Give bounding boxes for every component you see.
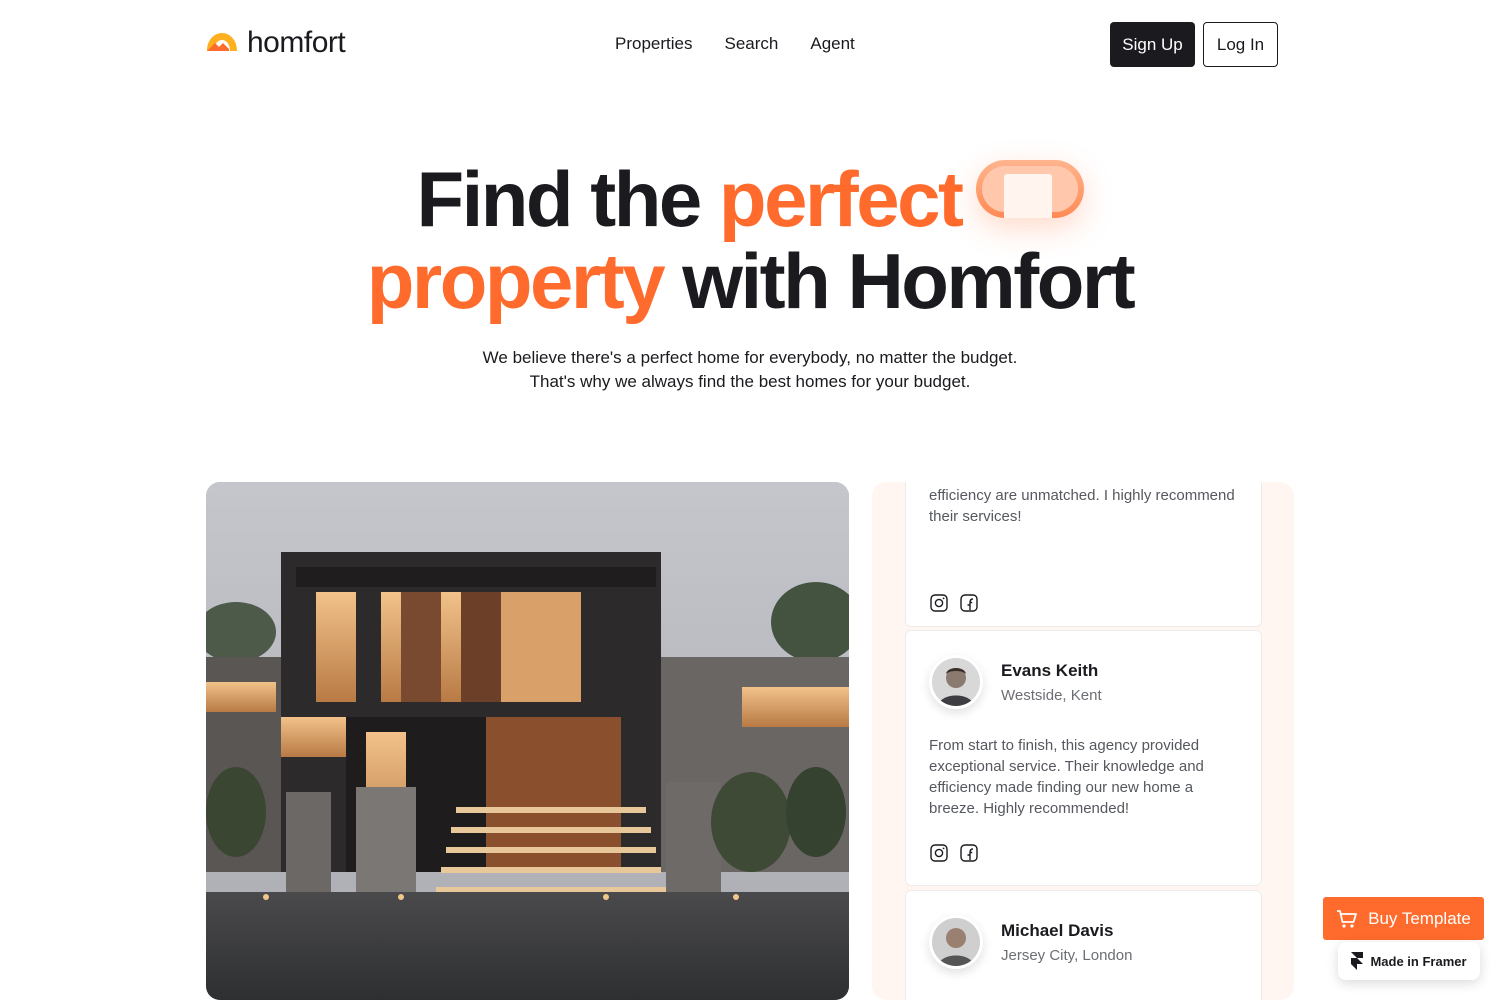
buy-template-label: Buy Template <box>1368 908 1471 928</box>
logo[interactable]: homfort <box>205 26 346 60</box>
hero-subtitle-line: We believe there's a perfect home for ev… <box>482 348 1018 367</box>
nav-link-agent[interactable]: Agent <box>810 34 854 54</box>
house-image <box>206 482 849 1000</box>
testimonials-panel[interactable]: This agency transformed our home search … <box>872 482 1294 1000</box>
reviewer-location: Westside, Kent <box>1001 686 1102 704</box>
testimonial-quote: This agency transformed our home search … <box>929 482 1235 525</box>
hero-subtitle-line: That's why we always find the best homes… <box>529 372 971 391</box>
sign-up-button[interactable]: Sign Up <box>1110 22 1195 67</box>
logo-text: homfort <box>247 26 346 59</box>
nav-links: Properties Search Agent <box>615 34 855 54</box>
made-in-framer-label: Made in Framer <box>1370 953 1467 969</box>
instagram-icon[interactable] <box>929 843 949 863</box>
avatar <box>929 915 983 969</box>
reviewer-name: Evans Keith <box>1001 660 1099 680</box>
hero-title-accent: property <box>366 237 666 325</box>
hero-title-accent: perfect <box>718 155 964 243</box>
testimonial-card: This agency transformed our home search … <box>905 482 1262 627</box>
facebook-icon[interactable] <box>959 843 979 863</box>
reviewer-location: Jersey City, London <box>1001 946 1133 964</box>
nav-link-properties[interactable]: Properties <box>615 34 692 54</box>
made-in-framer-badge[interactable]: Made in Framer <box>1338 942 1480 980</box>
hero-title: Find the perfect property with Homfort <box>0 158 1500 322</box>
avatar <box>929 655 983 709</box>
house-illustration <box>206 482 849 1000</box>
buy-template-button[interactable]: Buy Template <box>1323 897 1484 940</box>
cart-icon <box>1337 909 1358 928</box>
testimonial-quote: From start to finish, this agency provid… <box>929 737 1204 817</box>
top-nav: homfort Properties Search Agent Sign Up … <box>0 0 1500 90</box>
hero-title-part: Find the <box>416 155 719 243</box>
social-links <box>929 843 979 863</box>
instagram-icon[interactable] <box>929 593 949 613</box>
reviewer: Michael Davis Jersey City, London <box>929 915 1132 969</box>
hero-title-part: with Homfort <box>663 237 1135 325</box>
house-pill-icon <box>975 160 1084 218</box>
social-links <box>929 593 979 613</box>
scroll-fade <box>906 482 1261 485</box>
testimonial-card: Evans Keith Westside, Kent From start to… <box>905 630 1262 886</box>
logo-mark-icon <box>207 33 237 51</box>
reviewer: Evans Keith Westside, Kent <box>929 655 1102 709</box>
hero-subtitle: We believe there's a perfect home for ev… <box>0 346 1500 394</box>
reviewer-name: Michael Davis <box>1001 920 1114 940</box>
framer-icon <box>1351 952 1364 970</box>
nav-link-search[interactable]: Search <box>724 34 778 54</box>
facebook-icon[interactable] <box>959 593 979 613</box>
testimonial-card: Michael Davis Jersey City, London <box>905 890 1262 1000</box>
log-in-button[interactable]: Log In <box>1203 22 1278 67</box>
